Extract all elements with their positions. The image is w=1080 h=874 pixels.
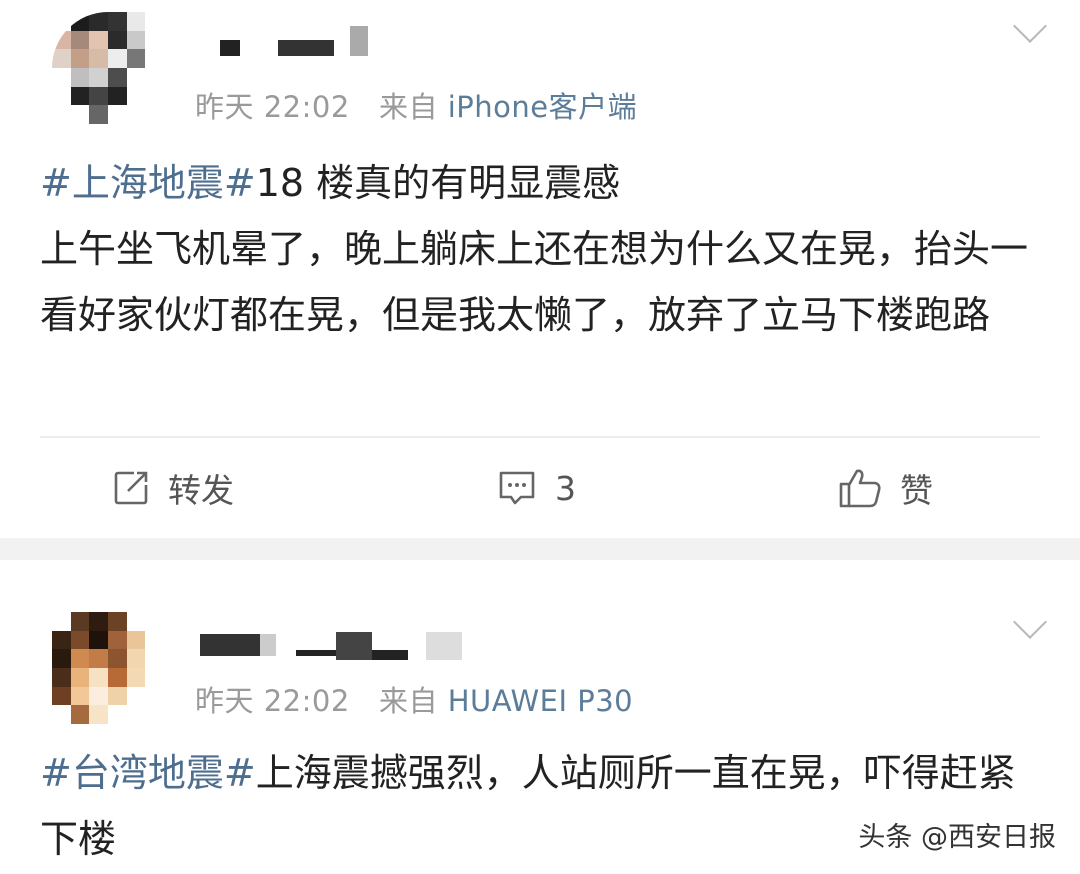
like-button[interactable]: 赞 (838, 464, 933, 512)
repost-label: 转发 (168, 471, 234, 510)
source-prefix: 来自 (378, 684, 438, 718)
thumbs-up-icon (839, 469, 881, 508)
chevron-down-icon[interactable] (1013, 605, 1047, 639)
post-time: 昨天 22:02 (195, 684, 350, 718)
repost-icon (114, 471, 148, 505)
repost-button[interactable]: 转发 (112, 464, 234, 512)
avatar[interactable] (52, 612, 164, 724)
post-source[interactable]: iPhone客户端 (448, 90, 637, 124)
post-source[interactable]: HUAWEI P30 (448, 684, 633, 718)
chevron-down-icon[interactable] (1013, 9, 1047, 43)
post-separator (0, 538, 1080, 560)
comment-count: 3 (555, 468, 576, 508)
post-body: #上海地震#18 楼真的有明显震感 上午坐飞机晕了，晚上躺床上还在想为什么又在晃… (40, 150, 1040, 348)
username-redacted[interactable] (200, 630, 470, 660)
action-bar: 转发 3 赞 (0, 440, 1080, 536)
post-time: 昨天 22:02 (195, 90, 350, 124)
comment-icon (499, 471, 535, 505)
weibo-post-2: 昨天 22:02 来自 HUAWEI P30 #台湾地震#上海震撼强烈，人站厕所… (0, 560, 1080, 874)
hashtag-link[interactable]: #上海地震# (40, 161, 256, 205)
like-label: 赞 (900, 471, 933, 510)
weibo-post-1: 昨天 22:02 来自 iPhone客户端 #上海地震#18 楼真的有明显震感 … (0, 0, 1080, 538)
avatar[interactable] (52, 12, 164, 124)
post-meta: 昨天 22:02 来自 iPhone客户端 (195, 84, 637, 126)
comment-button[interactable]: 3 (497, 464, 576, 512)
post-meta: 昨天 22:02 来自 HUAWEI P30 (195, 678, 633, 720)
divider (40, 436, 1040, 438)
username-redacted[interactable] (220, 26, 370, 56)
watermark: 头条 @西安日报 (858, 822, 1056, 853)
source-prefix: 来自 (378, 90, 438, 124)
hashtag-link[interactable]: #台湾地震# (40, 751, 256, 795)
